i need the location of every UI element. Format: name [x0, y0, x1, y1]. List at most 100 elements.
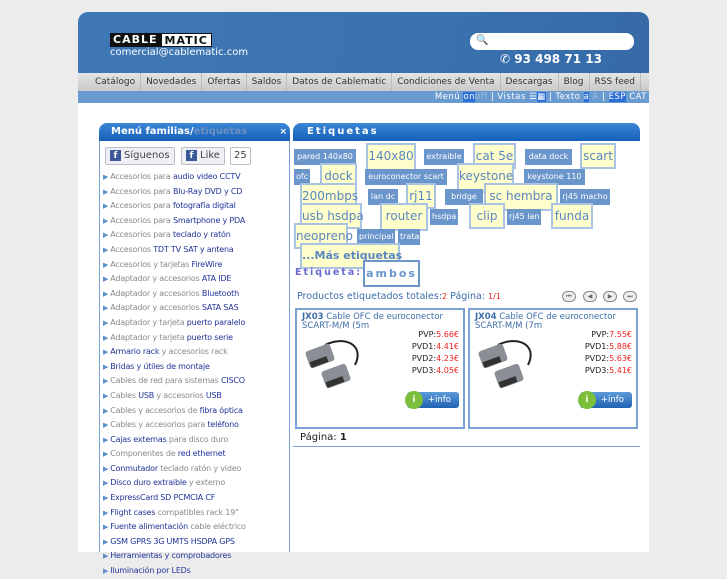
tag-link[interactable]: scart — [580, 143, 616, 169]
family-menu-item[interactable]: ▶ Adaptador y accesorios Bluetooth — [103, 287, 288, 302]
family-menu-item[interactable]: ▶ Conmutador teclado ratón y video — [103, 462, 288, 477]
divider — [293, 446, 640, 447]
tag-link[interactable]: trata — [398, 229, 420, 245]
family-menu-item[interactable]: ▶ Cables y accesorios de fibra óptica — [103, 404, 288, 419]
pvd2-label: PVD2: — [411, 354, 437, 363]
pvp-value: 7.55€ — [609, 330, 632, 339]
product-image[interactable] — [305, 335, 365, 390]
family-menu-item-text: Cables de red para sistemas — [110, 376, 221, 386]
list-view-icon[interactable]: ☰ — [529, 92, 537, 102]
family-menu-item-text: Adaptador y tarjeta — [110, 332, 187, 342]
product-card: JX03 Cable OFC de euroconector SCART-M/M… — [295, 308, 465, 429]
family-menu-item[interactable]: ▶ Accesorios para Smartphone y PDA — [103, 214, 288, 229]
family-menu-item[interactable]: ▶ Accesorios para Blu-Ray DVD y CD — [103, 185, 288, 200]
pvd3-label: PVD3: — [584, 366, 610, 375]
email-link[interactable]: comercial@cablematic.com — [110, 47, 248, 58]
tag-mode-select[interactable]: ambos — [363, 260, 420, 287]
current-page[interactable]: 1 — [340, 432, 347, 443]
tag-link[interactable]: router — [380, 203, 428, 231]
arrow-right-icon: ▶ — [103, 552, 109, 561]
grid-view-icon[interactable]: ▦ — [537, 92, 546, 102]
family-menu-item[interactable]: ▶ Armario rack y accesorios rack — [103, 345, 288, 360]
family-menu-item[interactable]: ▶ Cables de red para sistemas CISCO — [103, 374, 288, 389]
family-menu-item[interactable]: ▶ Adaptador y accesorios SATA SAS — [103, 301, 288, 316]
family-menu-item[interactable]: ▶ Componentes de red ethernet — [103, 447, 288, 462]
nav-novedades[interactable]: Novedades — [141, 73, 203, 91]
family-menu-item-text: SATA SAS — [201, 303, 239, 313]
family-menu-item-text: Herramientas y comprobadores — [110, 551, 232, 561]
text-small-button[interactable]: a — [583, 92, 590, 102]
family-menu-item[interactable]: ▶ Iluminación por LEDs — [103, 564, 288, 579]
family-menu-item[interactable]: ▶ Adaptador y accesorios ATA IDE — [103, 272, 288, 287]
nav-blog[interactable]: Blog — [559, 73, 590, 91]
family-menu-item[interactable]: ▶ Accesorios y tarjetas FireWire — [103, 258, 288, 273]
tag-link[interactable]: hsdpa — [430, 209, 458, 225]
pvd2-value: 4.23€ — [436, 354, 459, 363]
first-page-icon[interactable]: ⏮ — [562, 291, 576, 302]
menu-on-toggle[interactable]: on — [463, 92, 475, 102]
family-menu-item-text: cable eléctrico — [187, 522, 246, 532]
nav-rss[interactable]: RSS feed — [590, 73, 641, 91]
family-menu-item-text: puerto paralelo — [186, 317, 246, 327]
family-menu-item-text: y accesorios — [154, 390, 206, 400]
nav-descargas[interactable]: Descargas — [501, 73, 559, 91]
separator: | — [602, 92, 606, 102]
tag-link[interactable]: funda — [551, 203, 593, 229]
family-menu-item[interactable]: ▶ Accesorios para teclado y ratón — [103, 228, 288, 243]
more-info-button[interactable]: i +info — [405, 391, 459, 409]
tag-link[interactable]: data dock — [525, 149, 572, 165]
lang-esp[interactable]: ESP — [608, 92, 626, 102]
prev-page-icon[interactable]: ◀ — [583, 291, 597, 302]
family-menu-item[interactable]: ▶ Adaptador y tarjeta puerto serie — [103, 331, 288, 346]
nav-condiciones[interactable]: Condiciones de Venta — [392, 73, 501, 91]
family-menu-item[interactable]: ▶ Fuente alimentación cable eléctrico — [103, 520, 288, 535]
family-menu-item[interactable]: ▶ Flight cases compatibles rack 19" — [103, 506, 288, 521]
search-input[interactable] — [470, 33, 634, 50]
family-menu-item[interactable]: ▶ Accesorios para audio video CCTV — [103, 170, 288, 185]
products-summary: Productos etiquetados totales:2 Página: … — [297, 291, 501, 302]
tag-link[interactable]: clip — [469, 203, 505, 229]
nav-ofertas[interactable]: Ofertas — [202, 73, 247, 91]
family-menu-item[interactable]: ▶ Accesorios para fotografía digital — [103, 199, 288, 214]
arrow-right-icon: ▶ — [103, 260, 109, 269]
family-menu-item[interactable]: ▶ Bridas y útiles de montaje — [103, 360, 288, 375]
last-page-icon[interactable]: ⏭ — [623, 291, 637, 302]
family-menu-item[interactable]: ▶ Cajas externas para disco duro — [103, 433, 288, 448]
text-big-button[interactable]: A — [592, 92, 598, 102]
next-page-icon[interactable]: ▶ — [603, 291, 617, 302]
nav-datos[interactable]: Datos de Cablematic — [287, 73, 393, 91]
menu-off-toggle[interactable]: off — [475, 92, 488, 102]
arrow-right-icon: ▶ — [103, 289, 109, 298]
close-icon[interactable]: × — [279, 123, 287, 141]
family-menu-item[interactable]: ▶ Cables y accesorios para teléfono — [103, 418, 288, 433]
family-menu-item[interactable]: ▶ Herramientas y comprobadores — [103, 549, 288, 564]
logo[interactable]: CABLE MATIC — [110, 33, 212, 47]
nav-catalogo[interactable]: Catálogo — [90, 73, 142, 91]
family-menu-item-text: Blu-Ray DVD y CD — [172, 186, 243, 196]
like-button[interactable]: f Like — [181, 147, 225, 165]
arrow-right-icon: ▶ — [103, 450, 109, 459]
family-menu-item[interactable]: ▶ Cables USB y accesorios USB — [103, 389, 288, 404]
facebook-icon: f — [186, 150, 197, 161]
follow-facebook-button[interactable]: f Síguenos — [105, 147, 175, 165]
family-menu-item[interactable]: ▶ GSM GPRS 3G UMTS HSDPA GPS — [103, 535, 288, 550]
family-menu-item-text: fibra óptica — [199, 405, 243, 415]
family-menu: ▶ Accesorios para audio video CCTV ▶ Acceso… — [103, 170, 288, 579]
family-menu-item[interactable]: ▶ Accesorios TDT TV SAT y antena — [103, 243, 288, 258]
pvp-value: 5.66€ — [436, 330, 459, 339]
options-bar: Menú onoff | Vistas ☰▦ | Texto a A | ESP… — [78, 91, 649, 103]
nav-saldos[interactable]: Saldos — [247, 73, 288, 91]
search-icon[interactable]: 🔍 — [476, 35, 488, 46]
family-menu-item[interactable]: ▶ Disco duro extraible y externo — [103, 476, 288, 491]
product-image[interactable] — [478, 335, 538, 390]
family-menu-item[interactable]: ▶ ExpressCard SD PCMCIA CF — [103, 491, 288, 506]
tag-link[interactable]: rj45 lan — [507, 209, 541, 225]
family-menu-item[interactable]: ▶ Adaptador y tarjeta puerto paralelo — [103, 316, 288, 331]
family-menu-item-text: puerto serie — [186, 332, 233, 342]
more-info-label: +info — [600, 395, 624, 405]
arrow-right-icon: ▶ — [103, 362, 109, 371]
lang-cat[interactable]: CAT — [629, 92, 647, 102]
arrow-right-icon: ▶ — [103, 245, 109, 254]
more-info-button[interactable]: i +info — [578, 391, 632, 409]
family-menu-item-text: USB — [205, 390, 222, 400]
